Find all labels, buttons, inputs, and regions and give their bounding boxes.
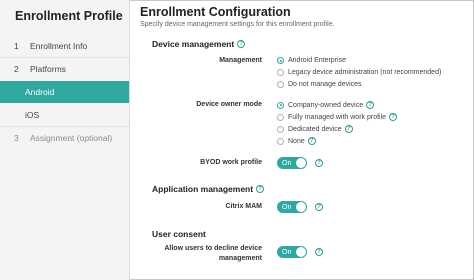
radio-none[interactable]: None ? [277, 137, 316, 145]
citrix-mam-label: Citrix MAM [225, 203, 262, 210]
radio-label: None [288, 137, 305, 145]
toggle-state: On [282, 159, 292, 167]
radio-button[interactable] [277, 137, 284, 145]
sidebar-item-assignment[interactable]: 3 Assignment (optional) [0, 127, 129, 149]
toggle-state: On [282, 203, 292, 211]
step-number: 3 [14, 133, 19, 143]
section-title-user-consent: User consent [152, 229, 206, 239]
radio-button[interactable] [277, 69, 284, 76]
radio-button[interactable] [277, 125, 284, 133]
radio-button[interactable] [277, 113, 284, 121]
radio-button[interactable] [277, 57, 284, 64]
help-icon[interactable]: ? [315, 203, 323, 211]
byod-work-profile-toggle[interactable]: On [277, 157, 307, 169]
help-icon[interactable]: ? [256, 185, 265, 193]
help-icon[interactable]: ? [237, 40, 246, 48]
radio-legacy-device-admin[interactable]: Legacy device administration (not recomm… [277, 69, 441, 76]
section-title-application-management: Application management ? [152, 184, 265, 194]
radio-android-enterprise[interactable]: Android Enterprise [277, 57, 346, 64]
sidebar-item-label: Assignment (optional) [30, 133, 113, 143]
radio-label: Dedicated device [288, 125, 342, 133]
radio-dedicated-device[interactable]: Dedicated device ? [277, 125, 353, 133]
help-icon[interactable]: ? [389, 113, 398, 121]
byod-work-profile-label: BYOD work profile [200, 159, 262, 166]
decline-management-label-line2: management [218, 255, 262, 262]
radio-company-owned[interactable]: Company-owned device ? [277, 101, 375, 109]
sidebar-item-ios[interactable]: iOS [0, 104, 129, 126]
decline-management-label-line1: Allow users to decline device [164, 245, 262, 252]
help-icon[interactable]: ? [366, 101, 375, 109]
sidebar-item-platforms[interactable]: 2 Platforms [0, 58, 129, 80]
radio-fully-managed-work-profile[interactable]: Fully managed with work profile ? [277, 113, 398, 121]
section-title-text: Device management [152, 39, 235, 49]
sidebar-item-label: Enrollment Info [30, 41, 88, 51]
help-icon[interactable]: ? [315, 159, 323, 167]
sidebar-title: Enrollment Profile [15, 9, 123, 23]
help-icon[interactable]: ? [307, 137, 316, 145]
radio-label: Android Enterprise [288, 57, 346, 64]
radio-do-not-manage[interactable]: Do not manage devices [277, 81, 362, 88]
sidebar-item-android[interactable]: Android [0, 81, 129, 103]
section-title-text: User consent [152, 229, 206, 239]
toggle-knob [296, 202, 306, 212]
sidebar-item-label: Android [25, 87, 55, 97]
radio-label: Legacy device administration (not recomm… [288, 69, 442, 76]
citrix-mam-toggle[interactable]: On [277, 201, 307, 213]
sidebar-item-enrollment-info[interactable]: 1 Enrollment Info [0, 35, 129, 57]
management-label: Management [219, 57, 262, 64]
section-title-device-management: Device management ? [152, 39, 246, 49]
sidebar-item-label: iOS [25, 110, 40, 120]
radio-button[interactable] [277, 101, 284, 109]
section-title-text: Application management [152, 184, 254, 194]
toggle-knob [296, 247, 306, 257]
radio-button[interactable] [277, 81, 284, 88]
page-subtitle: Specify device management settings for t… [140, 21, 335, 28]
device-owner-mode-label: Device owner mode [196, 101, 262, 108]
toggle-state: On [282, 248, 292, 256]
page-title: Enrollment Configuration [140, 5, 291, 19]
help-icon[interactable]: ? [315, 248, 323, 256]
toggle-knob [296, 158, 306, 168]
step-number: 1 [14, 41, 19, 51]
radio-label: Do not manage devices [288, 81, 362, 88]
sidebar-item-label: Platforms [30, 64, 66, 74]
radio-label: Company-owned device [288, 101, 364, 109]
help-icon[interactable]: ? [344, 125, 353, 133]
sidebar: Enrollment Profile 1 Enrollment Info 2 P… [0, 0, 130, 280]
step-number: 2 [14, 64, 19, 74]
decline-management-toggle[interactable]: On [277, 246, 307, 258]
radio-label: Fully managed with work profile [288, 113, 387, 121]
